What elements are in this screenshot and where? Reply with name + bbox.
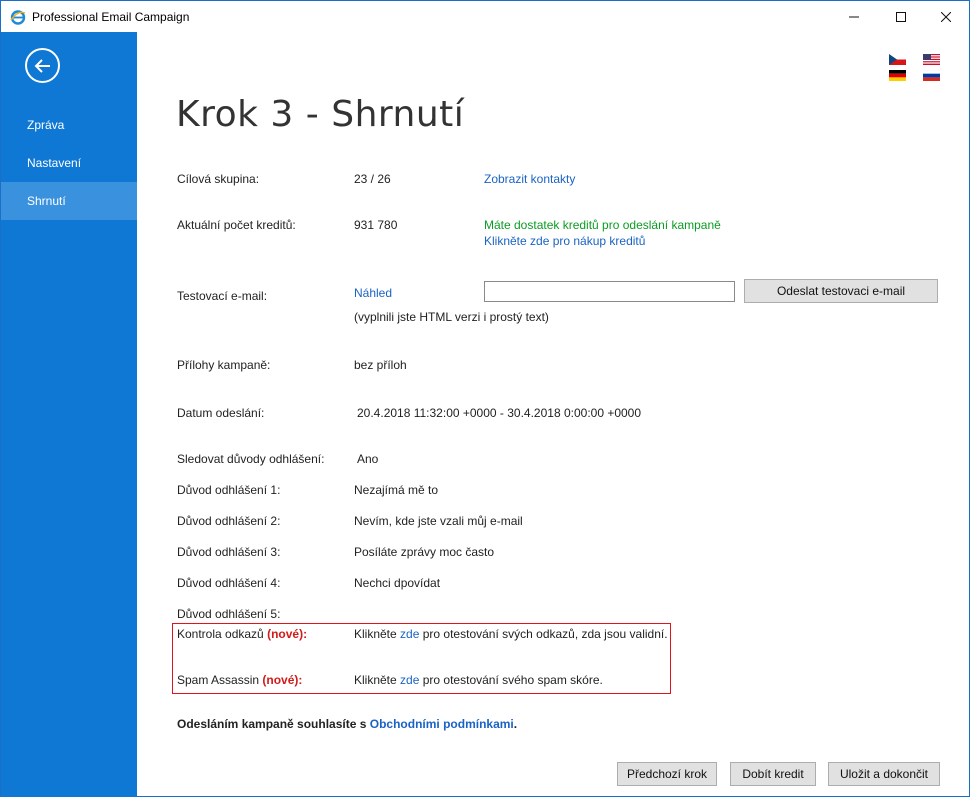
new-badge: (nové): <box>262 673 303 687</box>
spam-assassin-label-text: Spam Assassin <box>177 673 260 687</box>
back-arrow-icon <box>34 58 50 73</box>
reason-value: Nechci dpovídat <box>354 576 441 590</box>
send-test-email-button[interactable]: Odeslat testovaci e-mail <box>744 279 938 303</box>
link-check-label: Kontrola odkazů (nové): <box>177 627 307 641</box>
link-check-link[interactable]: zde <box>400 627 419 641</box>
app-logo-icon <box>10 9 26 25</box>
close-button[interactable] <box>923 1 969 32</box>
link-check-text: Klikněte zde pro otestování svých odkazů… <box>354 627 668 641</box>
attachments-label: Přílohy kampaně: <box>177 358 271 372</box>
credits-status: Máte dostatek kreditů pro odeslání kampa… <box>484 218 721 232</box>
reason-label: Důvod odhlášení 4: <box>177 576 281 590</box>
maximize-icon <box>896 11 906 22</box>
spam-assassin-text: Klikněte zde pro otestování svého spam s… <box>354 673 603 687</box>
test-email-note: (vyplnili jste HTML verzi i prostý text) <box>354 310 549 324</box>
terms-notice: Odesláním kampaně souhlasíte s Obchodním… <box>177 717 517 731</box>
attachments-value: bez příloh <box>354 358 407 372</box>
terms-text: Odesláním kampaně souhlasíte s <box>177 717 367 731</box>
terms-link[interactable]: Obchodními podmínkami <box>370 717 514 731</box>
russian-flag-icon[interactable] <box>922 69 941 81</box>
show-contacts-link[interactable]: Zobrazit kontakty <box>484 172 575 186</box>
buy-credits-link[interactable]: Klikněte zde pro nákup kreditů <box>484 234 645 248</box>
test-email-label: Testovací e-mail: <box>177 289 268 303</box>
link-check-text-before: Klikněte <box>354 627 397 641</box>
track-unsubscribe-value: Ano <box>357 452 379 466</box>
link-check-label-text: Kontrola odkazů <box>177 627 264 641</box>
send-date-label: Datum odeslání: <box>177 406 265 420</box>
english-flag-icon[interactable] <box>923 54 940 65</box>
reason-value: Nezajímá mě to <box>354 483 439 497</box>
link-check-text-after: pro otestování svých odkazů, zda jsou va… <box>422 627 668 641</box>
back-button[interactable] <box>25 48 60 83</box>
credits-value: 931 780 <box>354 218 398 232</box>
sidebar-item-zprava[interactable]: Zpráva <box>1 106 137 144</box>
title-bar: Professional Email Campaign <box>1 1 969 32</box>
test-email-input[interactable] <box>484 281 735 302</box>
target-group-label: Cílová skupina: <box>177 172 260 186</box>
reason-value: Posíláte zprávy moc často <box>354 545 495 559</box>
sidebar: Zpráva Nastavení Shrnutí <box>1 32 137 797</box>
page-title: Krok 3 - Shrnutí <box>176 94 465 135</box>
previous-step-button[interactable]: Předchozí krok <box>617 762 717 786</box>
window-title: Professional Email Campaign <box>32 10 190 24</box>
app-window: Professional Email Campaign Zpráva Nasta… <box>0 0 970 797</box>
reason-label: Důvod odhlášení 1: <box>177 483 281 497</box>
save-and-finish-button[interactable]: Uložit a dokončit <box>828 762 940 786</box>
credits-label: Aktuální počet kreditů: <box>177 218 296 232</box>
track-unsubscribe-label: Sledovat důvody odhlášení: <box>177 452 325 466</box>
preview-link[interactable]: Náhled <box>354 286 392 300</box>
spam-assassin-text-after: pro otestování svého spam skóre. <box>422 673 603 687</box>
reason-label: Důvod odhlášení 2: <box>177 514 281 528</box>
send-date-value: 20.4.2018 11:32:00 +0000 - 30.4.2018 0:0… <box>357 406 642 420</box>
german-flag-icon[interactable] <box>889 70 906 81</box>
spam-assassin-label: Spam Assassin (nové): <box>177 673 302 687</box>
minimize-icon <box>849 16 859 17</box>
new-badge: (nové): <box>267 627 308 641</box>
reason-label: Důvod odhlášení 3: <box>177 545 281 559</box>
sidebar-item-shrnuti[interactable]: Shrnutí <box>1 182 137 220</box>
reason-label: Důvod odhlášení 5: <box>177 607 281 621</box>
spam-assassin-text-before: Klikněte <box>354 673 397 687</box>
maximize-button[interactable] <box>878 1 924 32</box>
czech-flag-icon[interactable] <box>889 54 906 65</box>
sidebar-item-nastaveni[interactable]: Nastavení <box>1 144 137 182</box>
terms-suffix: . <box>513 717 518 731</box>
spam-assassin-link[interactable]: zde <box>400 673 419 687</box>
top-up-credit-button[interactable]: Dobít kredit <box>730 762 816 786</box>
close-icon <box>941 11 951 22</box>
target-group-value: 23 / 26 <box>354 172 391 186</box>
minimize-button[interactable] <box>831 1 877 32</box>
reason-value: Nevím, kde jste vzali můj e-mail <box>354 514 523 528</box>
